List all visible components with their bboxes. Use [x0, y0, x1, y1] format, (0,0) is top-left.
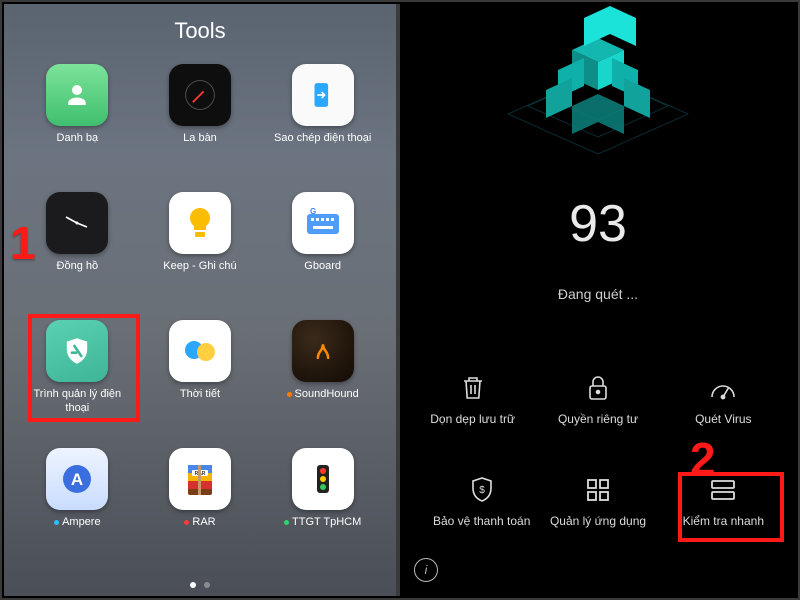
app-keep[interactable]: Keep - Ghi chú [145, 190, 256, 318]
grid-icon [582, 474, 614, 506]
app-label: La bàn [183, 132, 217, 146]
update-dot [54, 520, 59, 525]
svg-text:A: A [71, 470, 83, 489]
svg-text:G: G [310, 208, 316, 216]
app-ttgt[interactable]: TTGT TpHCM [267, 446, 378, 574]
app-soundhound[interactable]: SoundHound [267, 318, 378, 446]
weather-icon [169, 320, 231, 382]
action-app-manage[interactable]: Quản lý ứng dụng [535, 474, 660, 528]
update-dot [284, 520, 289, 525]
action-virus-scan[interactable]: Quét Virus [661, 372, 786, 426]
contacts-icon [46, 64, 108, 126]
action-privacy[interactable]: Quyền riêng tư [535, 372, 660, 426]
update-dot [287, 392, 292, 397]
action-row-1: Dọn dẹp lưu trữ Quyền riêng tư Quét Viru… [410, 372, 786, 426]
action-payment-protect[interactable]: $ Bảo vệ thanh toán [410, 474, 535, 528]
speed-icon [707, 372, 739, 404]
cube-graphic [400, 4, 796, 164]
soundhound-icon [292, 320, 354, 382]
app-label: Ampere [54, 516, 101, 530]
shield-icon: $ [466, 474, 498, 506]
app-label: Đồng hồ [57, 260, 99, 274]
tools-folder-screen: Tools Danh bạ La bàn Sao chép điện thoại [4, 4, 396, 596]
step-2-highlight [678, 472, 784, 542]
action-label: Quét Virus [695, 412, 751, 426]
app-label: Danh bạ [57, 132, 99, 146]
app-rar[interactable]: RAR RAR [145, 446, 256, 574]
svg-text:$: $ [479, 485, 485, 496]
phone-manager-screen: 93 Đang quét ... Dọn dẹp lưu trữ Quyền r… [400, 4, 796, 596]
app-label: Sao chép điện thoại [274, 132, 371, 146]
action-label: Dọn dẹp lưu trữ [430, 412, 515, 426]
clock-icon [46, 192, 108, 254]
rar-icon: RAR [169, 448, 231, 510]
health-score: 93 [400, 194, 796, 254]
app-ampere[interactable]: A Ampere [22, 446, 133, 574]
app-contacts[interactable]: Danh bạ [22, 62, 133, 190]
folder-title: Tools [4, 18, 396, 44]
info-button[interactable]: i [414, 558, 438, 582]
clone-phone-icon [292, 64, 354, 126]
step-1-highlight [28, 314, 140, 422]
app-label: Gboard [304, 260, 341, 274]
app-label: Thời tiết [180, 388, 220, 402]
scan-status: Đang quét ... [400, 286, 796, 302]
action-clean-storage[interactable]: Dọn dẹp lưu trữ [410, 372, 535, 426]
action-label: Quyền riêng tư [558, 412, 638, 426]
app-label: RAR [184, 516, 215, 530]
page-indicator[interactable] [4, 582, 396, 588]
app-clone-phone[interactable]: Sao chép điện thoại [267, 62, 378, 190]
gboard-icon: G [292, 192, 354, 254]
keep-icon [169, 192, 231, 254]
app-gboard[interactable]: G Gboard [267, 190, 378, 318]
app-weather[interactable]: Thời tiết [145, 318, 256, 446]
app-label: SoundHound [287, 388, 359, 402]
action-label: Bảo vệ thanh toán [433, 514, 530, 528]
app-clock[interactable]: Đồng hồ [22, 190, 133, 318]
compass-icon [169, 64, 231, 126]
update-dot [184, 520, 189, 525]
ttgt-icon [292, 448, 354, 510]
app-compass[interactable]: La bàn [145, 62, 256, 190]
app-label: TTGT TpHCM [284, 516, 361, 530]
step-1-marker: 1 [10, 216, 36, 270]
trash-icon [457, 372, 489, 404]
action-label: Quản lý ứng dụng [550, 514, 646, 528]
app-label: Keep - Ghi chú [163, 260, 236, 274]
ampere-icon: A [46, 448, 108, 510]
lock-icon [582, 372, 614, 404]
